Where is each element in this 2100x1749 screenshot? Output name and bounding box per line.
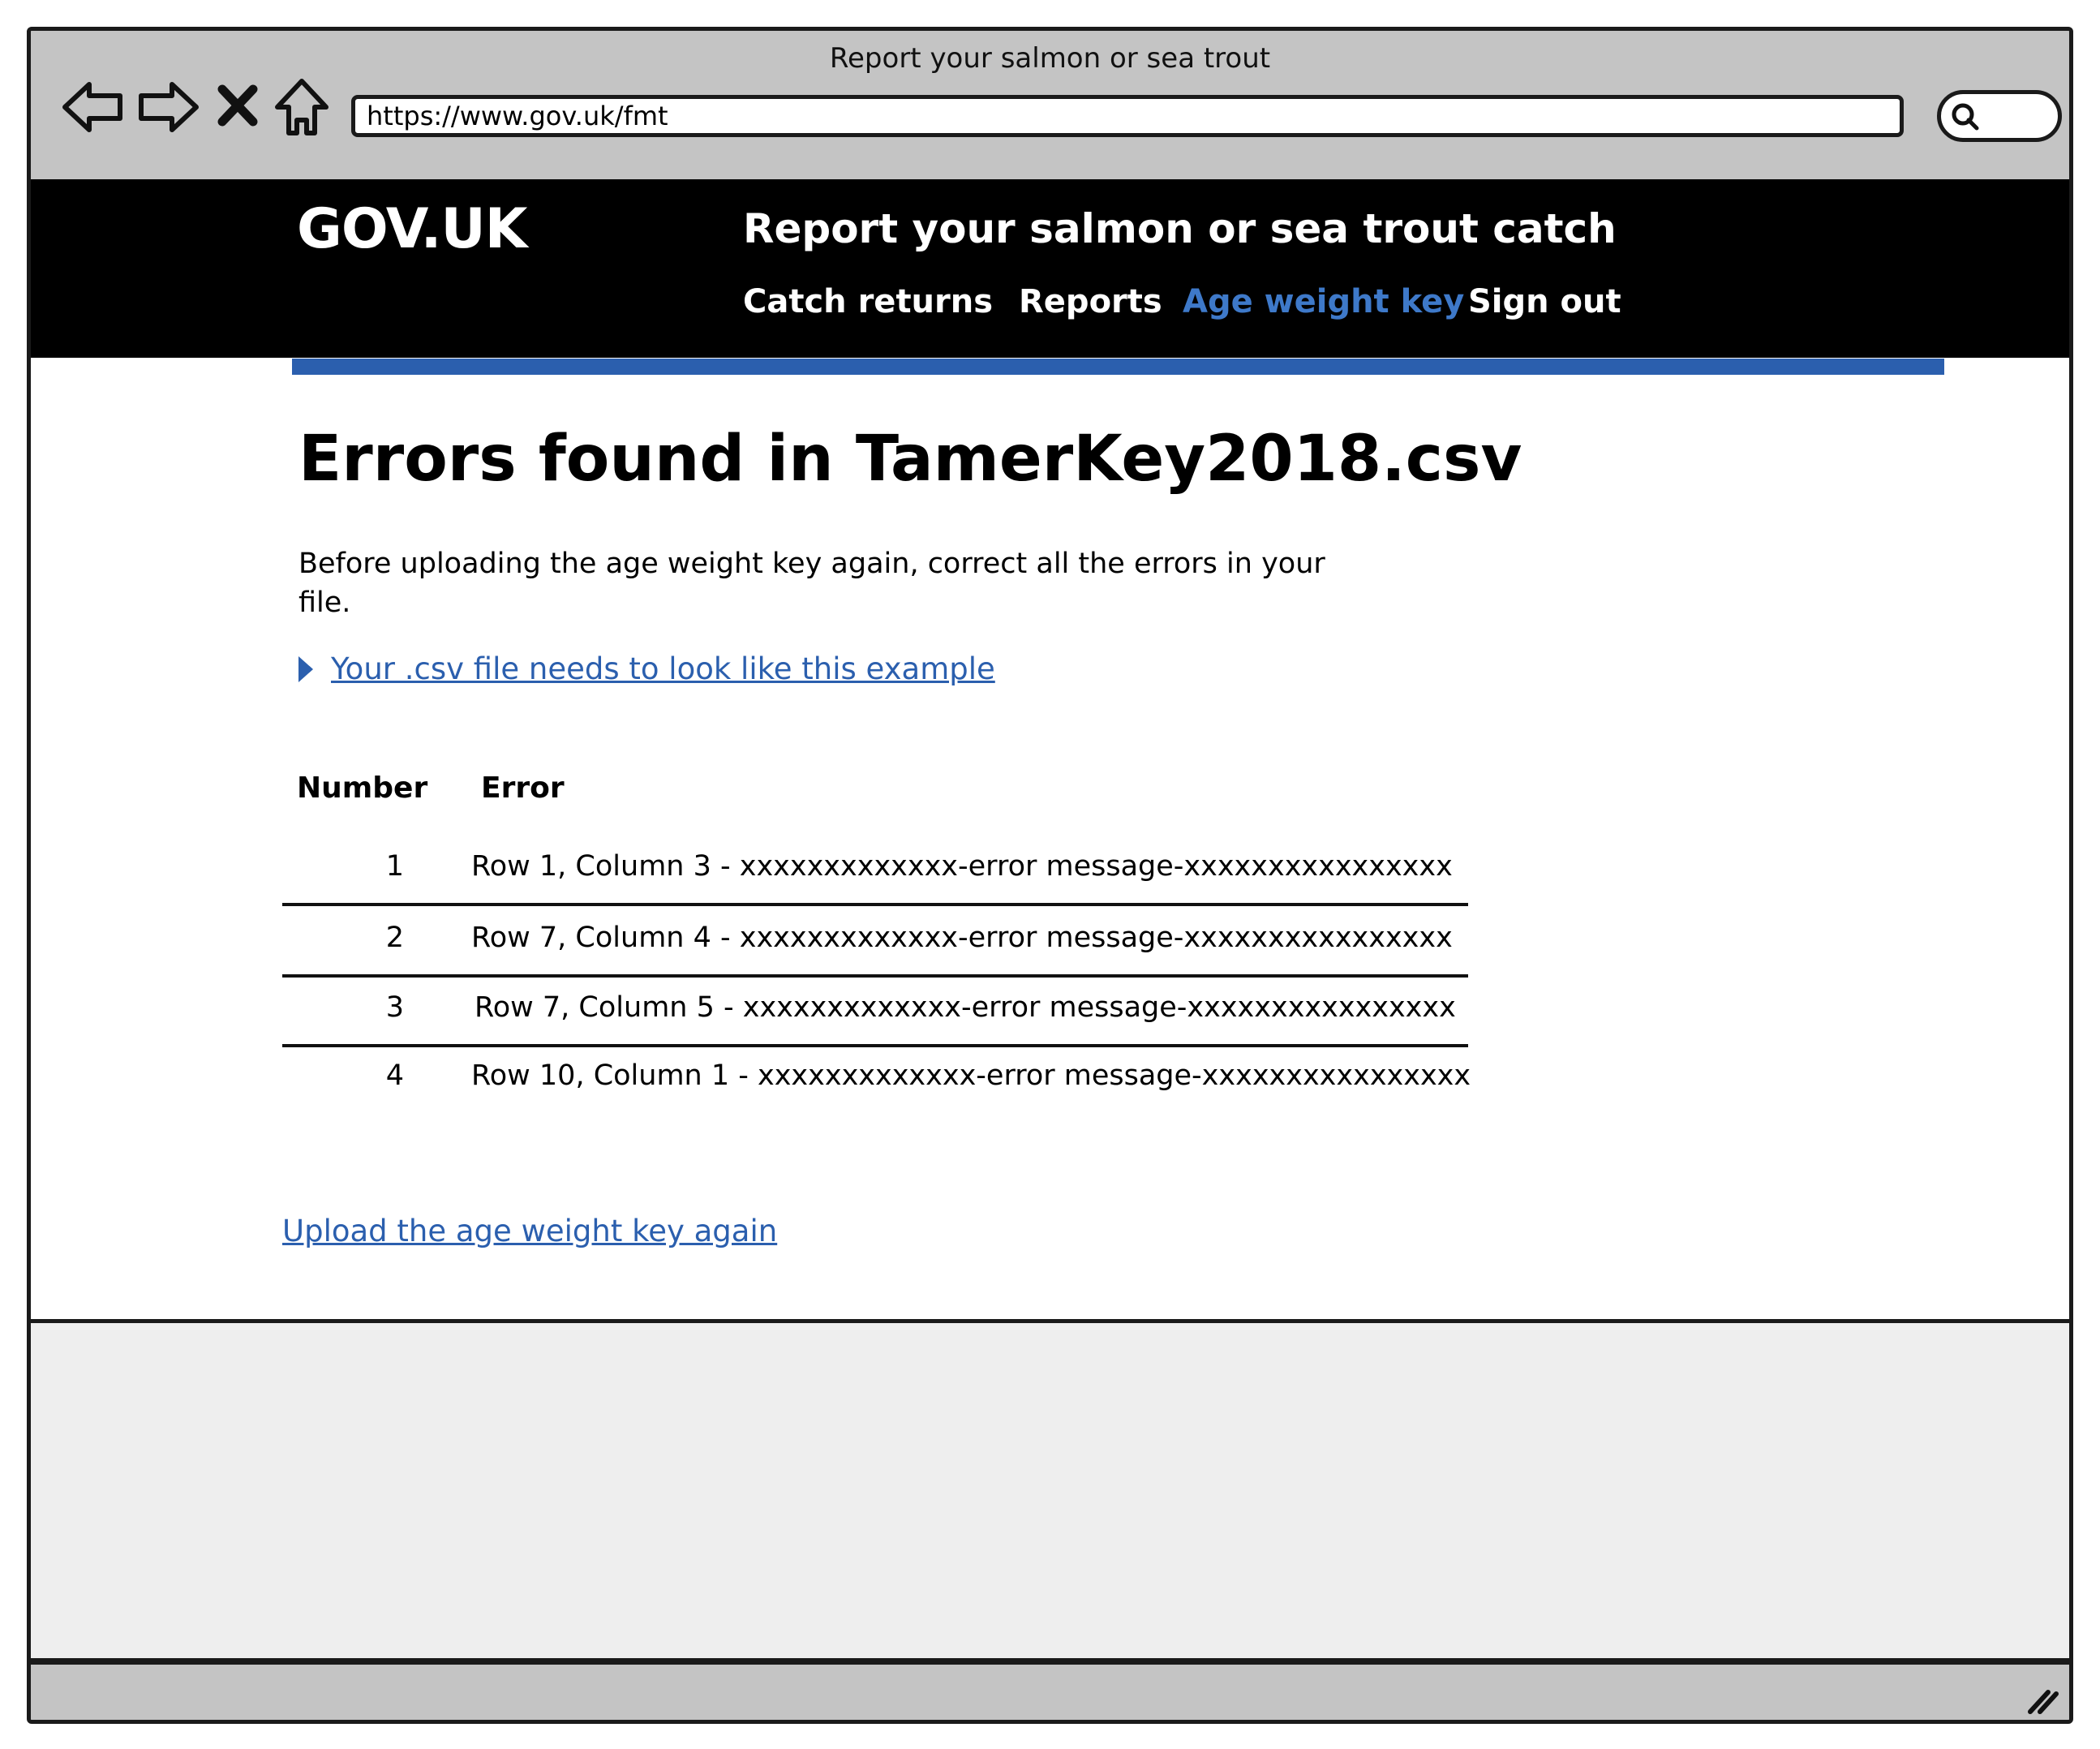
row-error: Row 7, Column 4 - xxxxxxxxxxxxx-error me…: [471, 922, 1453, 954]
upload-again-link[interactable]: Upload the age weight key again: [282, 1214, 777, 1248]
row-number: 4: [385, 1059, 404, 1092]
nav-catch-returns[interactable]: Catch returns: [743, 283, 993, 320]
govuk-header: GOV.UK Report your salmon or sea trout c…: [31, 179, 2069, 358]
row-number: 1: [385, 850, 404, 883]
csv-example-details[interactable]: Your .csv file needs to look like this e…: [298, 651, 995, 686]
lead-paragraph: Before uploading the age weight key agai…: [298, 548, 1325, 619]
empty-page-area: [31, 1319, 2069, 1658]
table-row: 3 Row 7, Column 5 - xxxxxxxxxxxxx-error …: [282, 975, 1499, 1047]
main-content: Errors found in TamerKey2018.csv Before …: [31, 358, 2069, 1319]
nav-reports[interactable]: Reports: [1019, 283, 1162, 320]
window-title: Report your salmon or sea trout: [829, 42, 1271, 75]
table-row: 1 Row 1, Column 3 - xxxxxxxxxxxxx-error …: [282, 834, 1499, 906]
column-header-number: Number: [297, 771, 428, 805]
resize-grip-icon[interactable]: [2024, 1684, 2061, 1717]
browser-window: Report your salmon or sea trout https://…: [27, 27, 2073, 1724]
column-header-error: Error: [481, 771, 565, 805]
disclosure-triangle-icon: [298, 656, 313, 682]
row-number: 3: [385, 991, 404, 1024]
nav-sign-out[interactable]: Sign out: [1468, 283, 1621, 320]
row-number: 2: [385, 922, 404, 954]
address-bar[interactable]: https://www.gov.uk/fmt: [351, 95, 1904, 137]
home-icon[interactable]: [271, 75, 333, 140]
table-row: 4 Row 10, Column 1 - xxxxxxxxxxxxx-error…: [282, 1043, 1499, 1113]
row-error: Row 10, Column 1 - xxxxxxxxxxxxx-error m…: [471, 1059, 1471, 1092]
page-title: Errors found in TamerKey2018.csv: [298, 423, 1522, 496]
forward-arrow-icon[interactable]: [133, 75, 203, 140]
row-error: Row 7, Column 5 - xxxxxxxxxxxxx-error me…: [475, 991, 1456, 1024]
back-arrow-icon[interactable]: [58, 75, 128, 140]
row-error: Row 1, Column 3 - xxxxxxxxxxxxx-error me…: [471, 850, 1453, 883]
csv-example-link[interactable]: Your .csv file needs to look like this e…: [331, 651, 995, 686]
table-row: 2 Row 7, Column 4 - xxxxxxxxxxxxx-error …: [282, 905, 1499, 978]
stop-icon[interactable]: [211, 75, 264, 140]
govuk-logo[interactable]: GOV.UK: [297, 197, 527, 261]
browser-status-bar: [31, 1658, 2069, 1720]
browser-chrome: Report your salmon or sea trout https://…: [31, 31, 2069, 179]
nav-age-weight-key[interactable]: Age weight key: [1183, 283, 1464, 320]
header-blue-underline: [292, 359, 1944, 375]
search-icon: [1952, 103, 1979, 131]
service-name[interactable]: Report your salmon or sea trout catch: [743, 205, 1617, 252]
browser-search-field[interactable]: [1937, 90, 2062, 142]
